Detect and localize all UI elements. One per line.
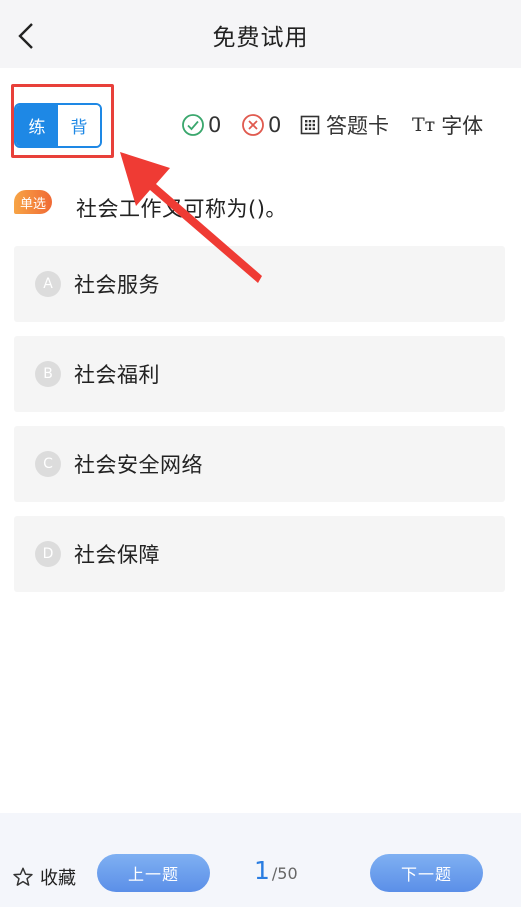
option-letter: B xyxy=(35,361,61,387)
current-page: 1 xyxy=(254,856,270,885)
mode-toggle[interactable]: 练 背 xyxy=(14,103,102,148)
cross-circle-icon xyxy=(242,114,264,136)
option-text: 社会福利 xyxy=(74,363,160,387)
mode-recite-button[interactable]: 背 xyxy=(58,105,100,146)
option-a[interactable]: A 社会服务 xyxy=(14,246,505,322)
option-text: 社会安全网络 xyxy=(74,453,203,477)
star-outline-icon xyxy=(13,867,33,886)
font-label: 字体 xyxy=(441,114,484,138)
correct-count-value: 0 xyxy=(208,113,222,137)
next-question-button[interactable]: 下一题 xyxy=(370,854,483,892)
option-letter: D xyxy=(35,541,61,567)
option-d[interactable]: D 社会保障 xyxy=(14,516,505,592)
font-size-icon: Tт xyxy=(412,114,436,136)
question-type-badge: 单选 xyxy=(14,190,52,214)
check-circle-icon xyxy=(182,114,204,136)
option-letter: C xyxy=(35,451,61,477)
page-indicator: 1 /50 xyxy=(254,856,298,890)
favorite-label: 收藏 xyxy=(40,868,76,889)
answer-card-icon xyxy=(300,115,320,135)
favorite-button[interactable]: 收藏 xyxy=(12,864,76,890)
answer-card-label: 答题卡 xyxy=(326,114,389,138)
correct-count: 0 xyxy=(181,110,221,140)
option-text: 社会服务 xyxy=(74,273,160,297)
prev-question-button[interactable]: 上一题 xyxy=(97,854,210,892)
option-letter: A xyxy=(35,271,61,297)
answer-card-button[interactable]: 答题卡 xyxy=(300,110,389,140)
question-text: 社会工作又可称为()。 xyxy=(76,197,287,221)
mode-practice-button[interactable]: 练 xyxy=(16,105,58,146)
total-pages: /50 xyxy=(271,864,298,883)
font-button[interactable]: Tт 字体 xyxy=(412,110,483,140)
option-b[interactable]: B 社会福利 xyxy=(14,336,505,412)
option-c[interactable]: C 社会安全网络 xyxy=(14,426,505,502)
page-title: 免费试用 xyxy=(212,25,309,51)
wrong-count: 0 xyxy=(241,110,281,140)
top-bar: 免费试用 xyxy=(0,0,521,68)
option-text: 社会保障 xyxy=(74,543,160,567)
wrong-count-value: 0 xyxy=(268,113,282,137)
